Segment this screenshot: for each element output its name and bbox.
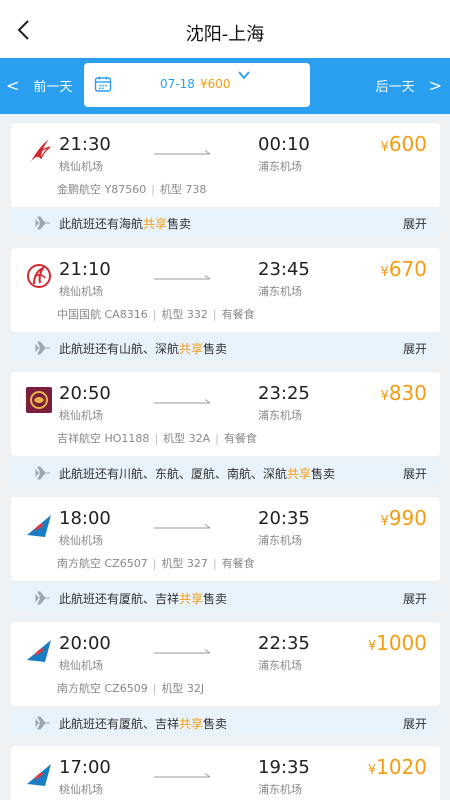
flight-arrow-icon xyxy=(154,773,211,778)
expand-button[interactable]: 展开 xyxy=(403,590,427,607)
flight-price: ¥830 xyxy=(380,381,427,405)
flight-card[interactable]: 17:00 桃仙机场 19:35 浦东机场 ¥1020 xyxy=(11,746,440,800)
flight-card[interactable]: 20:50 桃仙机场 23:25 浦东机场 ¥830 吉祥航空 HO1188 | 机… xyxy=(11,372,440,456)
departure-time: 17:00 xyxy=(59,757,111,778)
flight-price: ¥990 xyxy=(380,506,427,530)
departure-airport: 桃仙机场 xyxy=(59,534,103,547)
selected-date: 07-18 xyxy=(160,77,195,91)
expand-button[interactable]: 展开 xyxy=(403,340,427,357)
arrival-time: 19:35 xyxy=(258,757,310,778)
arrival-time: 23:45 xyxy=(258,259,310,280)
date-bar: < 前一天 07-18 ¥600 后一天 > xyxy=(0,58,450,114)
flight-card[interactable]: 21:10 桃仙机场 23:45 浦东机场 ¥670 中国国航 CA8316 | 机… xyxy=(11,248,440,332)
departure-airport: 桃仙机场 xyxy=(59,160,103,173)
codeshare-text: 此航班还有厦航、吉祥共享售卖 xyxy=(59,717,228,731)
flight-arrow-icon xyxy=(154,399,211,404)
flight-card[interactable]: 21:30 桃仙机场 00:10 浦东机场 ¥600 金鹏航空 Y87560 | 机… xyxy=(11,123,440,207)
next-day-label: 后一天 xyxy=(375,79,415,95)
arrival-airport: 浦东机场 xyxy=(258,409,302,422)
codeshare-row[interactable]: 此航班还有厦航、吉祥共享售卖 展开 xyxy=(11,584,440,610)
arrival-airport: 浦东机场 xyxy=(258,285,302,298)
departure-time: 21:10 xyxy=(59,259,111,280)
expand-button[interactable]: 展开 xyxy=(403,465,427,482)
codeshare-text: 此航班还有川航、东航、厦航、南航、深航共享售卖 xyxy=(59,467,336,481)
codeshare-row[interactable]: 此航班还有厦航、吉祥共享售卖 展开 xyxy=(11,709,440,735)
jinpeng-airlines-logo-icon xyxy=(30,139,51,163)
departure-airport: 桃仙机场 xyxy=(59,409,103,422)
flight-price: ¥600 xyxy=(380,132,427,156)
air-china-logo-icon xyxy=(27,264,51,288)
arrival-time: 23:25 xyxy=(258,383,310,404)
arrival-airport: 浦东机场 xyxy=(258,534,302,547)
juneyao-airlines-logo-icon xyxy=(26,387,52,413)
chevron-down-icon xyxy=(238,71,250,80)
departure-airport: 桃仙机场 xyxy=(59,285,103,298)
flight-arrow-icon xyxy=(154,150,211,155)
top-bar: 沈阳-上海 xyxy=(0,0,450,58)
lowest-price: ¥600 xyxy=(200,77,231,91)
flight-info: 金鹏航空 Y87560 | 机型 738 xyxy=(57,183,207,196)
arrival-time: 22:35 xyxy=(258,633,310,654)
departure-airport: 桃仙机场 xyxy=(59,783,103,796)
plane-icon xyxy=(35,216,50,230)
flight-info: 南方航空 CZ6509 | 机型 32J xyxy=(57,682,205,695)
plane-icon xyxy=(35,591,50,605)
codeshare-row[interactable]: 此航班还有山航、深航共享售卖 展开 xyxy=(11,334,440,360)
departure-time: 21:30 xyxy=(59,134,111,155)
flight-card[interactable]: 18:00 桃仙机场 20:35 浦东机场 ¥990 南方航空 CZ6507 | 机… xyxy=(11,497,440,581)
flight-price: ¥1020 xyxy=(367,755,427,779)
plane-icon xyxy=(35,341,50,355)
departure-time: 20:50 xyxy=(59,383,111,404)
chevron-left-icon: < xyxy=(6,75,20,95)
flight-arrow-icon xyxy=(154,275,211,280)
arrival-time: 20:35 xyxy=(258,508,310,529)
chevron-right-icon: > xyxy=(428,75,442,95)
flight-info: 南方航空 CZ6507 | 机型 327 | 有餐食 xyxy=(57,557,255,570)
codeshare-row[interactable]: 此航班还有川航、东航、厦航、南航、深航共享售卖 展开 xyxy=(11,459,440,485)
prev-day-button[interactable]: < 前一天 xyxy=(6,70,72,100)
plane-icon xyxy=(35,716,50,730)
flight-card[interactable]: 20:00 桃仙机场 22:35 浦东机场 ¥1000 南方航空 CZ6509 |… xyxy=(11,622,440,706)
flight-info: 吉祥航空 HO1188 | 机型 32A | 有餐食 xyxy=(57,432,257,445)
departure-time: 20:00 xyxy=(59,633,111,654)
date-selector[interactable]: 07-18 ¥600 xyxy=(84,63,310,107)
arrival-airport: 浦东机场 xyxy=(258,783,302,796)
codeshare-text: 此航班还有海航共享售卖 xyxy=(59,217,192,231)
flight-price: ¥670 xyxy=(380,257,427,281)
plane-icon xyxy=(35,466,50,480)
codeshare-text: 此航班还有山航、深航共享售卖 xyxy=(59,342,228,356)
arrival-airport: 浦东机场 xyxy=(258,659,302,672)
next-day-button[interactable]: 后一天 > xyxy=(376,70,442,100)
prev-day-label: 前一天 xyxy=(33,79,73,95)
china-southern-logo-icon xyxy=(27,515,51,537)
departure-airport: 桃仙机场 xyxy=(59,659,103,672)
calendar-icon xyxy=(94,76,112,92)
flight-price: ¥1000 xyxy=(367,631,427,655)
expand-button[interactable]: 展开 xyxy=(403,715,427,732)
page-title: 沈阳-上海 xyxy=(185,24,265,45)
codeshare-text: 此航班还有厦航、吉祥共享售卖 xyxy=(59,592,228,606)
flight-arrow-icon xyxy=(154,649,211,654)
china-southern-logo-icon xyxy=(27,764,51,786)
flight-arrow-icon xyxy=(154,524,211,529)
codeshare-row[interactable]: 此航班还有海航共享售卖 展开 xyxy=(11,209,440,235)
china-southern-logo-icon xyxy=(27,640,51,662)
flight-info: 中国国航 CA8316 | 机型 332 | 有餐食 xyxy=(57,308,255,321)
arrival-time: 00:10 xyxy=(258,134,310,155)
expand-button[interactable]: 展开 xyxy=(403,215,427,232)
arrival-airport: 浦东机场 xyxy=(258,160,302,173)
departure-time: 18:00 xyxy=(59,508,111,529)
